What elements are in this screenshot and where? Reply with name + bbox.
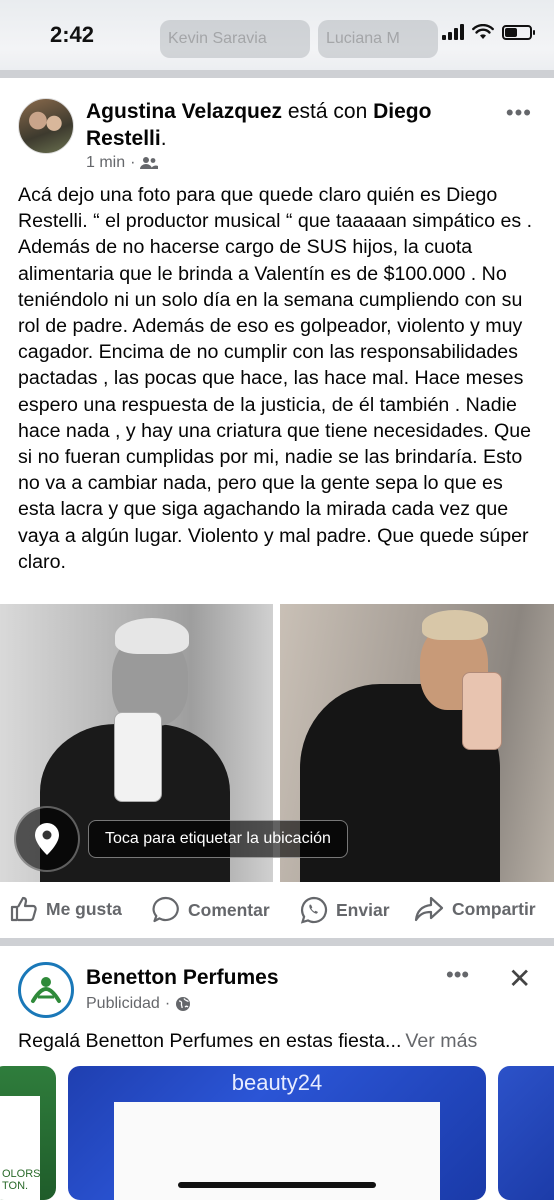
tag-location-tooltip[interactable]: Toca para etiquetar la ubicación [88, 820, 348, 858]
ad-caption-text: Regalá Benetton Perfumes en estas fiesta… [18, 1030, 402, 1052]
status-icons [442, 24, 535, 40]
location-pin-icon[interactable] [14, 806, 80, 872]
feed-divider [0, 70, 554, 78]
battery-icon [502, 24, 535, 40]
comment-label: Comentar [188, 899, 270, 920]
map-marker-icon [35, 823, 59, 855]
comment-button[interactable]: Comentar [152, 896, 270, 924]
share-label: Compartir [452, 898, 536, 919]
story-preview[interactable]: Kevin Saravia [160, 20, 310, 58]
ad-carousel-card[interactable]: beauty24 [68, 1066, 486, 1200]
ad-card-text: TON. [2, 1180, 29, 1192]
benetton-knot-icon [31, 977, 61, 1003]
ad-meta: Publicidad · [86, 995, 191, 1013]
send-label: Enviar [336, 899, 390, 920]
more-options-icon[interactable]: ••• [506, 100, 532, 126]
ad-card-text: OLORS [2, 1168, 41, 1180]
send-button[interactable]: Enviar [300, 896, 390, 924]
signal-icon [442, 24, 464, 40]
feed-divider [0, 938, 554, 946]
advertiser-name[interactable]: Benetton Perfumes [86, 966, 279, 990]
like-button[interactable]: Me gusta [10, 896, 122, 922]
sponsored-label: Publicidad [86, 995, 160, 1012]
meta-separator: · [130, 154, 136, 171]
share-button[interactable]: Compartir [414, 896, 536, 922]
like-label: Me gusta [46, 898, 122, 919]
friends-icon [140, 157, 159, 169]
beauty24-logo: beauty24 [231, 1070, 323, 1095]
wifi-icon [472, 24, 494, 39]
story-preview[interactable]: Luciana M [318, 20, 438, 58]
clock: 2:42 [50, 22, 95, 47]
meta-separator: · [164, 995, 171, 1012]
see-more-link[interactable]: Ver más [405, 1030, 477, 1052]
whatsapp-icon [300, 896, 328, 924]
ad-card-image: OLORS TON. [0, 1096, 41, 1200]
advertiser-logo[interactable] [18, 962, 74, 1018]
post-meta: 1 min · [86, 154, 159, 172]
comment-icon [152, 896, 179, 923]
author-name[interactable]: Agustina Velazquez [86, 100, 282, 123]
close-icon[interactable]: ✕ [508, 962, 531, 995]
post-time[interactable]: 1 min [86, 154, 125, 172]
ad-caption: Regalá Benetton Perfumes en estas fiesta… [18, 1030, 538, 1053]
post-actions: Me gusta Comentar Enviar Compartir [0, 888, 554, 934]
globe-icon [176, 997, 191, 1011]
with-text: está con [282, 100, 374, 123]
thumbs-up-icon [10, 896, 37, 922]
post-header-title: Agustina Velazquez está con Diego Restel… [86, 98, 486, 152]
status-bar: 2:42 Kevin Saravia Luciana M [0, 0, 554, 70]
punctuation: . [160, 127, 167, 150]
author-avatar[interactable] [18, 98, 74, 154]
post-body: Acá dejo una foto para que quede claro q… [18, 184, 533, 573]
ad-carousel-card[interactable] [498, 1066, 554, 1200]
share-icon [414, 896, 444, 922]
home-indicator[interactable] [178, 1182, 376, 1188]
ad-carousel-card[interactable]: OLORS TON. [0, 1066, 56, 1200]
ad-more-options-icon[interactable]: ••• [446, 962, 469, 988]
